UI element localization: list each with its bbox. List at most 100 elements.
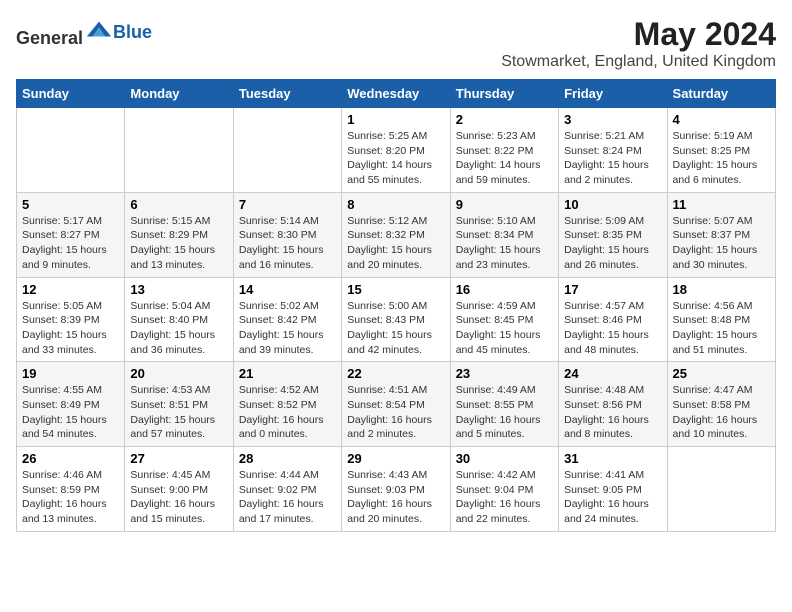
calendar-cell-2-4: 8 Sunrise: 5:12 AM Sunset: 8:32 PM Daylig… — [342, 192, 450, 277]
calendar-cell-5-5: 30 Sunrise: 4:42 AM Sunset: 9:04 PM Dayli… — [450, 447, 558, 532]
day-number: 17 — [564, 282, 661, 297]
month-title: May 2024 — [501, 16, 776, 53]
calendar-cell-1-3 — [233, 108, 341, 193]
day-number: 15 — [347, 282, 444, 297]
calendar-cell-2-6: 10 Sunrise: 5:09 AM Sunset: 8:35 PM Dayli… — [559, 192, 667, 277]
day-number: 16 — [456, 282, 553, 297]
day-info: Sunrise: 4:55 AM Sunset: 8:49 PM Dayligh… — [22, 383, 119, 442]
day-number: 3 — [564, 112, 661, 127]
calendar-cell-3-5: 16 Sunrise: 4:59 AM Sunset: 8:45 PM Dayli… — [450, 277, 558, 362]
day-info: Sunrise: 4:41 AM Sunset: 9:05 PM Dayligh… — [564, 468, 661, 527]
day-number: 8 — [347, 197, 444, 212]
calendar-cell-3-3: 14 Sunrise: 5:02 AM Sunset: 8:42 PM Dayli… — [233, 277, 341, 362]
day-info: Sunrise: 4:45 AM Sunset: 9:00 PM Dayligh… — [130, 468, 227, 527]
day-number: 7 — [239, 197, 336, 212]
weekday-header-sunday: Sunday — [17, 80, 125, 108]
calendar-cell-1-5: 2 Sunrise: 5:23 AM Sunset: 8:22 PM Daylig… — [450, 108, 558, 193]
day-info: Sunrise: 4:48 AM Sunset: 8:56 PM Dayligh… — [564, 383, 661, 442]
calendar-cell-2-2: 6Sunrise: 5:15 AM Sunset: 8:29 PM Daylig… — [125, 192, 233, 277]
calendar-cell-1-1 — [17, 108, 125, 193]
calendar-cell-5-6: 31 Sunrise: 4:41 AM Sunset: 9:05 PM Dayli… — [559, 447, 667, 532]
calendar-cell-3-2: 13Sunrise: 5:04 AM Sunset: 8:40 PM Dayli… — [125, 277, 233, 362]
day-info: Sunrise: 5:10 AM Sunset: 8:34 PM Dayligh… — [456, 214, 553, 273]
day-number: 23 — [456, 366, 553, 381]
day-number: 19 — [22, 366, 119, 381]
calendar-table: SundayMondayTuesdayWednesdayThursdayFrid… — [16, 79, 776, 532]
day-number: 9 — [456, 197, 553, 212]
page-header: General Blue May 2024 Stowmarket, Englan… — [16, 16, 776, 71]
calendar-cell-1-6: 3 Sunrise: 5:21 AM Sunset: 8:24 PM Daylig… — [559, 108, 667, 193]
day-number: 1 — [347, 112, 444, 127]
weekday-header-wednesday: Wednesday — [342, 80, 450, 108]
day-number: 29 — [347, 451, 444, 466]
calendar-cell-4-6: 24 Sunrise: 4:48 AM Sunset: 8:56 PM Dayli… — [559, 362, 667, 447]
location-title: Stowmarket, England, United Kingdom — [501, 53, 776, 71]
day-number: 25 — [673, 366, 770, 381]
day-info: Sunrise: 4:43 AM Sunset: 9:03 PM Dayligh… — [347, 468, 444, 527]
day-info: Sunrise: 5:19 AM Sunset: 8:25 PM Dayligh… — [673, 129, 770, 188]
calendar-cell-4-5: 23 Sunrise: 4:49 AM Sunset: 8:55 PM Dayli… — [450, 362, 558, 447]
day-info: Sunrise: 4:56 AM Sunset: 8:48 PM Dayligh… — [673, 299, 770, 358]
logo-icon — [85, 16, 113, 44]
day-info: Sunrise: 5:02 AM Sunset: 8:42 PM Dayligh… — [239, 299, 336, 358]
day-info: Sunrise: 4:46 AM Sunset: 8:59 PM Dayligh… — [22, 468, 119, 527]
calendar-cell-4-2: 20Sunrise: 4:53 AM Sunset: 8:51 PM Dayli… — [125, 362, 233, 447]
day-info: Sunrise: 5:09 AM Sunset: 8:35 PM Dayligh… — [564, 214, 661, 273]
calendar-cell-3-6: 17Sunrise: 4:57 AM Sunset: 8:46 PM Dayli… — [559, 277, 667, 362]
day-number: 12 — [22, 282, 119, 297]
day-number: 28 — [239, 451, 336, 466]
calendar-cell-5-1: 26 Sunrise: 4:46 AM Sunset: 8:59 PM Dayli… — [17, 447, 125, 532]
calendar-cell-2-5: 9 Sunrise: 5:10 AM Sunset: 8:34 PM Daylig… — [450, 192, 558, 277]
day-info: Sunrise: 5:12 AM Sunset: 8:32 PM Dayligh… — [347, 214, 444, 273]
day-number: 30 — [456, 451, 553, 466]
day-number: 13 — [130, 282, 227, 297]
day-info: Sunrise: 5:00 AM Sunset: 8:43 PM Dayligh… — [347, 299, 444, 358]
day-number: 31 — [564, 451, 661, 466]
day-info: Sunrise: 5:15 AM Sunset: 8:29 PM Dayligh… — [130, 214, 227, 273]
day-number: 24 — [564, 366, 661, 381]
day-number: 14 — [239, 282, 336, 297]
day-number: 5 — [22, 197, 119, 212]
calendar-cell-2-3: 7 Sunrise: 5:14 AM Sunset: 8:30 PM Daylig… — [233, 192, 341, 277]
calendar-cell-4-3: 21Sunrise: 4:52 AM Sunset: 8:52 PM Dayli… — [233, 362, 341, 447]
day-info: Sunrise: 5:23 AM Sunset: 8:22 PM Dayligh… — [456, 129, 553, 188]
calendar-cell-5-2: 27 Sunrise: 4:45 AM Sunset: 9:00 PM Dayli… — [125, 447, 233, 532]
calendar-cell-1-7: 4Sunrise: 5:19 AM Sunset: 8:25 PM Daylig… — [667, 108, 775, 193]
calendar-cell-5-7 — [667, 447, 775, 532]
calendar-cell-1-2 — [125, 108, 233, 193]
calendar-cell-4-7: 25Sunrise: 4:47 AM Sunset: 8:58 PM Dayli… — [667, 362, 775, 447]
weekday-header-saturday: Saturday — [667, 80, 775, 108]
calendar-cell-5-4: 29 Sunrise: 4:43 AM Sunset: 9:03 PM Dayli… — [342, 447, 450, 532]
logo-blue: Blue — [113, 22, 152, 42]
calendar-cell-3-7: 18 Sunrise: 4:56 AM Sunset: 8:48 PM Dayli… — [667, 277, 775, 362]
day-info: Sunrise: 5:25 AM Sunset: 8:20 PM Dayligh… — [347, 129, 444, 188]
day-info: Sunrise: 5:21 AM Sunset: 8:24 PM Dayligh… — [564, 129, 661, 188]
logo: General Blue — [16, 16, 152, 49]
weekday-header-monday: Monday — [125, 80, 233, 108]
day-info: Sunrise: 4:42 AM Sunset: 9:04 PM Dayligh… — [456, 468, 553, 527]
calendar-cell-2-1: 5 Sunrise: 5:17 AM Sunset: 8:27 PM Daylig… — [17, 192, 125, 277]
day-info: Sunrise: 4:49 AM Sunset: 8:55 PM Dayligh… — [456, 383, 553, 442]
day-number: 11 — [673, 197, 770, 212]
day-number: 21 — [239, 366, 336, 381]
day-info: Sunrise: 5:17 AM Sunset: 8:27 PM Dayligh… — [22, 214, 119, 273]
day-info: Sunrise: 4:59 AM Sunset: 8:45 PM Dayligh… — [456, 299, 553, 358]
day-info: Sunrise: 4:51 AM Sunset: 8:54 PM Dayligh… — [347, 383, 444, 442]
calendar-cell-4-4: 22 Sunrise: 4:51 AM Sunset: 8:54 PM Dayli… — [342, 362, 450, 447]
calendar-cell-4-1: 19 Sunrise: 4:55 AM Sunset: 8:49 PM Dayli… — [17, 362, 125, 447]
calendar-cell-5-3: 28Sunrise: 4:44 AM Sunset: 9:02 PM Dayli… — [233, 447, 341, 532]
weekday-header-friday: Friday — [559, 80, 667, 108]
day-number: 10 — [564, 197, 661, 212]
day-number: 2 — [456, 112, 553, 127]
day-number: 18 — [673, 282, 770, 297]
day-number: 27 — [130, 451, 227, 466]
day-info: Sunrise: 5:05 AM Sunset: 8:39 PM Dayligh… — [22, 299, 119, 358]
day-number: 26 — [22, 451, 119, 466]
weekday-header-tuesday: Tuesday — [233, 80, 341, 108]
logo-general: General — [16, 28, 83, 48]
weekday-header-thursday: Thursday — [450, 80, 558, 108]
day-number: 20 — [130, 366, 227, 381]
day-number: 22 — [347, 366, 444, 381]
calendar-cell-2-7: 11Sunrise: 5:07 AM Sunset: 8:37 PM Dayli… — [667, 192, 775, 277]
day-info: Sunrise: 5:14 AM Sunset: 8:30 PM Dayligh… — [239, 214, 336, 273]
